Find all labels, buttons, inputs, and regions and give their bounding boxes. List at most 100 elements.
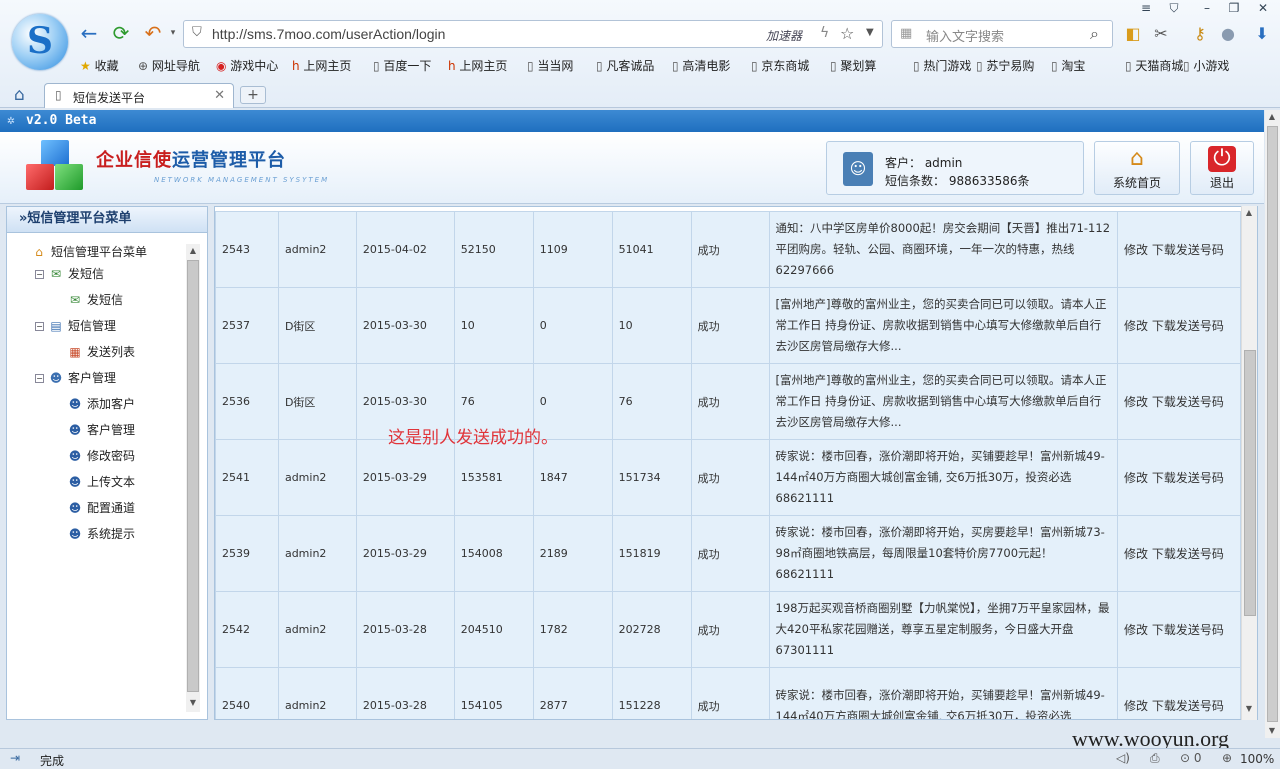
bookmark-item[interactable]: ★ 收藏 xyxy=(80,57,119,74)
star-icon[interactable]: ☆ xyxy=(840,24,854,43)
scroll-down-icon[interactable]: ▼ xyxy=(1265,726,1279,735)
bookmark-label: 苏宁易购 xyxy=(986,59,1035,73)
undo-icon[interactable]: ↶ xyxy=(142,22,164,44)
logout-label: 退出 xyxy=(1209,176,1234,190)
bookmark-item[interactable]: ◉ 游戏中心 xyxy=(216,57,278,74)
home-icon[interactable]: ⌂ xyxy=(14,85,25,105)
key-icon[interactable]: ⚷ xyxy=(1190,24,1210,44)
search-input[interactable]: 输入文字搜索 xyxy=(926,26,1004,45)
undo-dropdown-icon[interactable]: ▾ xyxy=(162,22,184,44)
content-scrollbar[interactable]: ▲ ▼ xyxy=(1241,206,1257,720)
collapse-icon[interactable]: − xyxy=(35,374,44,383)
tree-item-add-client[interactable]: ☻ 添加客户 xyxy=(67,395,135,412)
user-icon: ☻ xyxy=(68,449,82,463)
edit-link[interactable]: 修改 xyxy=(1124,547,1148,561)
bookmark-item[interactable]: ▯ 京东商城 xyxy=(751,57,809,74)
print-icon[interactable]: ⎙ xyxy=(1150,751,1160,766)
edit-link[interactable]: 修改 xyxy=(1124,623,1148,637)
collapse-icon[interactable]: − xyxy=(35,270,44,279)
url-text[interactable]: http://sms.7moo.com/userAction/login xyxy=(212,26,445,42)
bookmark-item[interactable]: ⊕ 网址导航 xyxy=(138,57,200,74)
edit-link[interactable]: 修改 xyxy=(1124,395,1148,409)
download-numbers-link[interactable]: 下载发送号码 xyxy=(1152,471,1224,485)
bookmark-item[interactable]: ▯ 淘宝 xyxy=(1051,57,1085,74)
bookmark-item[interactable]: h 上网主页 xyxy=(292,57,351,74)
page-scrollbar[interactable]: ▲ ▼ xyxy=(1265,110,1280,738)
tree-group-send-sms[interactable]: − ✉ 发短信 xyxy=(35,265,104,282)
house-icon: ⌂ xyxy=(1130,146,1144,171)
refresh-icon[interactable]: ⟳ xyxy=(110,22,132,44)
more-icon[interactable]: ● xyxy=(1218,24,1238,44)
bookmark-item[interactable]: ▯ 苏宁易购 xyxy=(976,57,1034,74)
scissors-icon[interactable]: ✂ xyxy=(1151,24,1171,44)
menu-icon[interactable]: ≡ xyxy=(1136,1,1156,17)
tree-item-client-manage[interactable]: ☻ 客户管理 xyxy=(67,421,135,438)
edit-link[interactable]: 修改 xyxy=(1124,319,1148,333)
tree-item-config-channel[interactable]: ☻ 配置通道 xyxy=(67,499,135,516)
zoom-icon[interactable]: ⊕ xyxy=(1222,751,1232,765)
sidebar-scrollbar[interactable]: ▲ ▼ xyxy=(186,244,200,712)
bookmark-item[interactable]: ▯ 高清电影 xyxy=(672,57,730,74)
tree-root[interactable]: ⌂ 短信管理平台菜单 xyxy=(31,243,147,260)
bookmark-item[interactable]: ▯ 当当网 xyxy=(527,57,573,74)
back-arrow-icon[interactable]: ← xyxy=(78,22,100,44)
tree-item-change-password[interactable]: ☻ 修改密码 xyxy=(67,447,135,464)
tree-item-system-notice[interactable]: ☻ 系统提示 xyxy=(67,525,135,542)
scroll-up-icon[interactable]: ▲ xyxy=(1242,208,1256,217)
download-status-icon[interactable]: ⊙ 0 xyxy=(1180,751,1202,765)
search-icon[interactable]: ⌕ xyxy=(1090,24,1099,44)
scroll-down-icon[interactable]: ▼ xyxy=(1242,704,1256,713)
sidebar-toggle-icon[interactable]: ⇥ xyxy=(10,751,20,765)
edit-link[interactable]: 修改 xyxy=(1124,699,1148,713)
tree-item-send-sms[interactable]: ✉ 发短信 xyxy=(67,291,123,308)
url-dropdown-icon[interactable]: ▼ xyxy=(866,27,874,38)
bookmark-item[interactable]: ▯ 热门游戏 xyxy=(913,57,971,74)
speaker-icon[interactable]: ◁) xyxy=(1116,751,1130,765)
scroll-down-icon[interactable]: ▼ xyxy=(186,698,200,707)
bookmark-item[interactable]: h 上网主页 xyxy=(448,57,507,74)
bookmark-item[interactable]: ▯ 百度一下 xyxy=(373,57,431,74)
lightning-icon[interactable]: ϟ xyxy=(820,25,829,41)
tab-bar: ⌂ ▯ 短信发送平台 ✕ + xyxy=(0,83,1280,108)
content-scroll-thumb[interactable] xyxy=(1244,350,1256,616)
download-numbers-link[interactable]: 下载发送号码 xyxy=(1152,243,1224,257)
scroll-up-icon[interactable]: ▲ xyxy=(1265,112,1279,121)
accelerator-label[interactable]: 加速器 xyxy=(766,27,802,44)
tab-sms-platform[interactable]: ▯ 短信发送平台 ✕ xyxy=(44,83,234,108)
restore-icon[interactable]: ❐ xyxy=(1224,1,1244,17)
tree-group-client-manage[interactable]: − ☻ 客户管理 xyxy=(35,369,116,386)
page-icon: ▯ xyxy=(55,88,62,102)
download-numbers-link[interactable]: 下载发送号码 xyxy=(1152,699,1224,713)
new-tab-button[interactable]: + xyxy=(240,86,266,104)
bookmark-item[interactable]: ▯ 小游戏 xyxy=(1183,57,1229,74)
tab-close-icon[interactable]: ✕ xyxy=(214,88,225,103)
extension-icon[interactable]: ◧ xyxy=(1123,24,1143,44)
download-numbers-link[interactable]: 下载发送号码 xyxy=(1152,319,1224,333)
edit-link[interactable]: 修改 xyxy=(1124,243,1148,257)
logout-button[interactable]: ⏻ 退出 xyxy=(1190,141,1254,195)
address-bar[interactable]: ⛉ http://sms.7moo.com/userAction/login 加… xyxy=(183,20,883,48)
tree-item-label: 上传文本 xyxy=(87,475,136,489)
bookmark-item[interactable]: ▯ 天猫商城 xyxy=(1125,57,1183,74)
sidebar-scroll-thumb[interactable] xyxy=(187,260,199,692)
edit-link[interactable]: 修改 xyxy=(1124,471,1148,485)
zoom-level[interactable]: 100% xyxy=(1240,752,1274,766)
search-engine-icon[interactable]: ▦ xyxy=(900,26,912,41)
download-icon[interactable]: ⬇ xyxy=(1252,24,1272,44)
tree-item-upload-text[interactable]: ☻ 上传文本 xyxy=(67,473,135,490)
tree-item-send-list[interactable]: ▦ 发送列表 xyxy=(67,343,135,360)
close-window-icon[interactable]: ✕ xyxy=(1253,1,1273,17)
download-numbers-link[interactable]: 下载发送号码 xyxy=(1152,547,1224,561)
tree-group-sms-manage[interactable]: − ▤ 短信管理 xyxy=(35,317,116,334)
download-numbers-link[interactable]: 下载发送号码 xyxy=(1152,623,1224,637)
collapse-icon[interactable]: − xyxy=(35,322,44,331)
scroll-up-icon[interactable]: ▲ xyxy=(186,246,200,255)
bookmark-item[interactable]: ▯ 聚划算 xyxy=(830,57,876,74)
download-numbers-link[interactable]: 下载发送号码 xyxy=(1152,395,1224,409)
skin-icon[interactable]: ⛉ xyxy=(1164,1,1184,17)
system-home-button[interactable]: ⌂ 系统首页 xyxy=(1094,141,1180,195)
search-box[interactable]: ▦ 输入文字搜索 ⌕ xyxy=(891,20,1113,48)
bookmark-item[interactable]: ▯ 凡客诚品 xyxy=(596,57,654,74)
page-scroll-thumb[interactable] xyxy=(1267,126,1278,722)
minimize-icon[interactable]: – xyxy=(1197,1,1217,17)
